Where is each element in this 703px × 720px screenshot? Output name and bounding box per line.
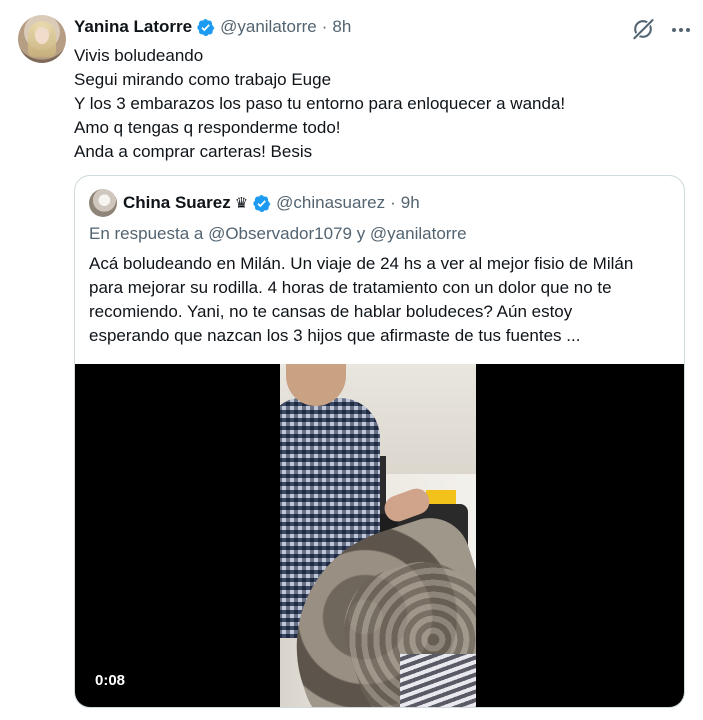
video-frame bbox=[280, 364, 476, 707]
tweet-line: Amo q tengas q responderme todo! bbox=[74, 118, 341, 137]
quoted-author-name: China Suarez bbox=[123, 193, 231, 212]
quoted-line: Acá boludeando en Milán. Un viaje de 24 … bbox=[89, 254, 634, 273]
avatar-face bbox=[35, 27, 49, 44]
quoted-line: recomiendo. Yani, no te cansas de hablar… bbox=[89, 302, 573, 321]
video-scene-striped-cloth bbox=[400, 654, 476, 707]
quoted-tweet-header: China Suarez ♛ @chinasuarez · 9h bbox=[89, 189, 420, 217]
tweet-header: Yanina Latorre @yanilatorre · 8h bbox=[74, 16, 351, 38]
separator-dot: · bbox=[321, 17, 328, 36]
more-dot bbox=[679, 28, 683, 32]
quoted-tweet-text: Acá boludeando en Milán. Un viaje de 24 … bbox=[89, 252, 679, 348]
separator-dot: · bbox=[390, 193, 396, 212]
tweet-line: Y los 3 embarazos los paso tu entorno pa… bbox=[74, 94, 566, 113]
verified-badge-icon bbox=[253, 194, 271, 212]
quoted-author-handle: @chinasuarez bbox=[276, 193, 386, 212]
more-dot bbox=[672, 28, 676, 32]
quoted-tweet-time: 9h bbox=[400, 193, 420, 212]
verified-badge-icon bbox=[197, 18, 215, 36]
reply-to-line: En respuesta a @Observador1079 y @yanila… bbox=[89, 224, 467, 243]
quoted-line: para mejorar su rodilla. 4 horas de trat… bbox=[89, 278, 612, 297]
tweet-line: Anda a comprar carteras! Besis bbox=[74, 142, 313, 161]
more-dot bbox=[686, 28, 690, 32]
author-name[interactable]: Yanina Latorre bbox=[74, 17, 192, 37]
crown-icon: ♛ bbox=[234, 195, 249, 212]
video-duration-badge: 0:08 bbox=[89, 671, 132, 691]
author-handle[interactable]: @yanilatorre bbox=[220, 17, 317, 37]
tweet[interactable]: Yanina Latorre @yanilatorre · 8h Vivis b… bbox=[0, 0, 703, 720]
tweet-time[interactable]: 8h bbox=[332, 17, 351, 37]
quoted-author-avatar bbox=[89, 189, 117, 217]
video-player[interactable]: 0:08 bbox=[75, 364, 684, 707]
tweet-line: Segui mirando como trabajo Euge bbox=[74, 70, 332, 89]
author-avatar[interactable] bbox=[18, 15, 66, 63]
more-icon[interactable] bbox=[669, 18, 693, 42]
grok-icon[interactable] bbox=[630, 16, 656, 42]
tweet-line: Vivis boludeando bbox=[74, 46, 204, 65]
quoted-tweet[interactable]: China Suarez ♛ @chinasuarez · 9h En resp… bbox=[74, 175, 685, 708]
tweet-text: Vivis boludeando Segui mirando como trab… bbox=[74, 44, 674, 164]
quoted-line: esperando que nazcan los 3 hijos que afi… bbox=[89, 326, 581, 345]
